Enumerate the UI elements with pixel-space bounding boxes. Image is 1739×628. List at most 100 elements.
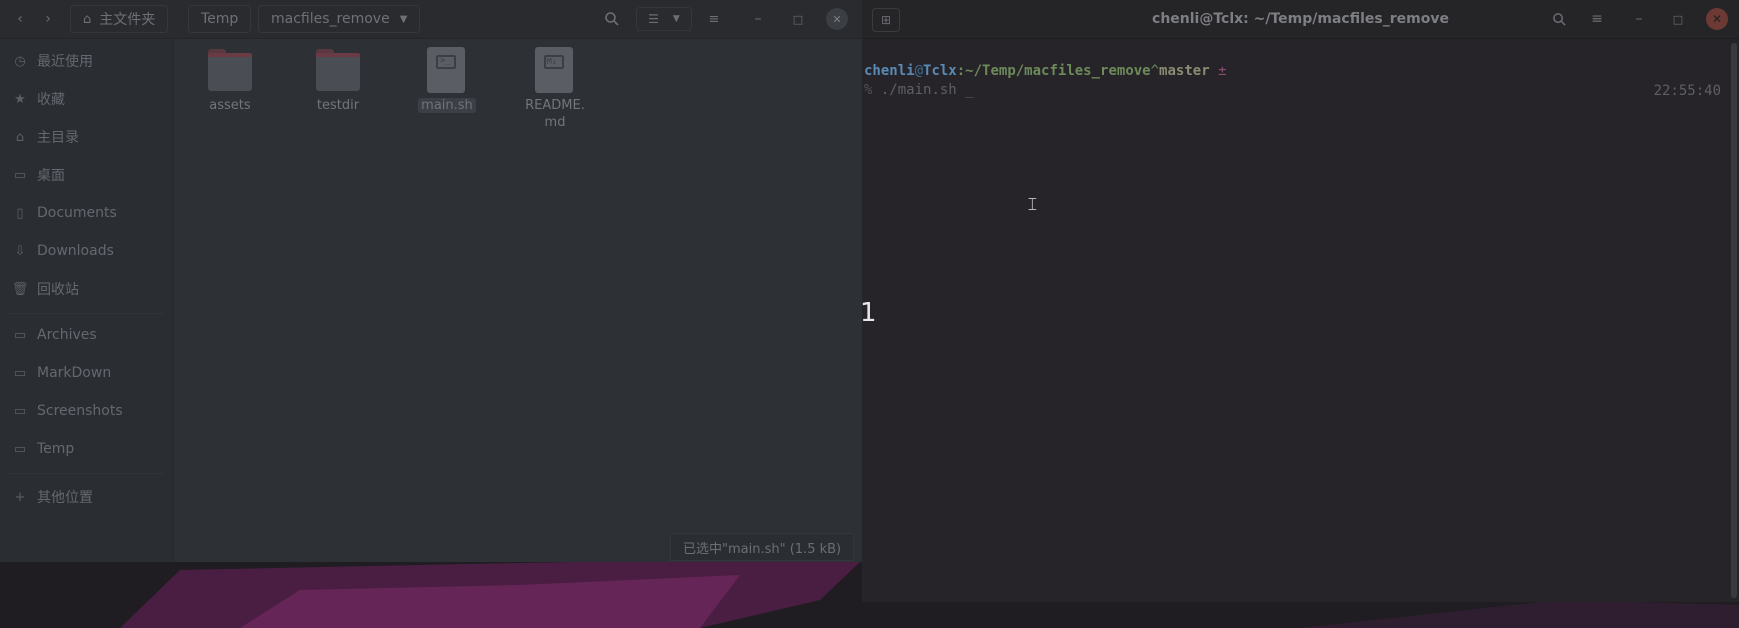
sidebar-item-label: 其他位置 — [37, 490, 93, 506]
folder-icon: ▭ — [13, 403, 27, 419]
sidebar-item-label: 收藏 — [37, 92, 65, 108]
sidebar-divider — [10, 473, 165, 474]
terminal-search-button[interactable] — [1548, 8, 1570, 30]
terminal-headerbar: chenli@Tclx: ~/Temp/macfiles_remove ⊞ ≡ … — [862, 0, 1739, 39]
maximize-button[interactable]: □ — [786, 7, 810, 31]
file-name: assets — [209, 98, 251, 113]
minimize-icon: – — [754, 11, 762, 27]
sidebar-divider — [10, 313, 165, 314]
breadcrumb-temp[interactable]: Temp — [188, 5, 252, 33]
file-name: README. md — [525, 98, 585, 130]
breadcrumb-home[interactable]: ⌂ 主文件夹 — [70, 5, 169, 33]
prompt-git-branch: master — [1159, 63, 1210, 79]
terminal-menu-button[interactable]: ≡ — [1586, 8, 1608, 30]
maximize-icon: □ — [1672, 12, 1684, 26]
minimize-button[interactable]: – — [746, 7, 770, 31]
folder-icon: ▭ — [13, 327, 27, 343]
star-icon: ★ — [14, 91, 26, 107]
chevron-left-icon: ‹ — [17, 11, 23, 27]
search-icon — [1552, 12, 1566, 26]
view-toggle-group[interactable]: ☰ ▼ — [636, 7, 692, 31]
maximize-icon: □ — [792, 12, 804, 26]
close-icon: ✕ — [1711, 12, 1723, 26]
minimize-icon: – — [1635, 11, 1643, 27]
terminal-command: ./main.sh — [880, 82, 957, 98]
forward-button[interactable]: › — [36, 7, 60, 31]
breadcrumb-label: Temp — [201, 11, 239, 27]
sidebar-item-screenshots[interactable]: ▭ Screenshots — [0, 396, 173, 426]
close-icon: ✕ — [832, 12, 842, 26]
folder-icon: ▭ — [13, 365, 27, 381]
menu-button[interactable]: ≡ — [700, 7, 728, 31]
file-item-assets[interactable]: assets — [180, 47, 280, 114]
sidebar-item-downloads[interactable]: ⇩ Downloads — [0, 236, 173, 266]
new-tab-button[interactable]: ⊞ — [872, 8, 900, 32]
file-item-testdir[interactable]: testdir — [288, 47, 388, 114]
file-name: main.sh — [418, 98, 476, 113]
overlay-number: 1 — [860, 298, 877, 328]
close-button[interactable]: ✕ — [826, 8, 848, 30]
dropdown-triangle-icon: ▼ — [399, 13, 408, 25]
prompt-git-dirty: ± — [1218, 63, 1227, 79]
breadcrumb-label: macfiles_remove — [271, 11, 390, 27]
clock-icon: ◷ — [14, 53, 26, 69]
sidebar-item-label: Documents — [37, 205, 117, 221]
file-name: testdir — [316, 98, 360, 113]
list-view-icon: ☰ — [648, 12, 659, 26]
sidebar-item-label: 桌面 — [37, 168, 65, 184]
sidebar-item-label: Screenshots — [37, 403, 123, 419]
sidebar-item-label: 主目录 — [37, 130, 79, 146]
sidebar-item-label: Temp — [37, 441, 75, 457]
folder-icon: ▭ — [13, 441, 27, 457]
sidebar-item-trash[interactable]: 🗑 回收站 — [0, 274, 173, 304]
terminal-minimize-button[interactable]: – — [1628, 8, 1650, 30]
prompt-user: chenli — [864, 63, 915, 79]
sidebar-item-desktop[interactable]: ▭ 桌面 — [0, 160, 173, 190]
script-file-icon: >_ — [423, 47, 471, 93]
terminal-prompt-line: chenli@Tclx:~/Temp/macfiles_remove^maste… — [864, 63, 1227, 79]
file-item-readme[interactable]: M↓ README. md — [505, 47, 605, 131]
document-icon: ▯ — [16, 205, 24, 221]
text-cursor-icon: 𝙸 — [1026, 194, 1039, 215]
sidebar-item-label: 回收站 — [37, 282, 79, 298]
sidebar-item-recent[interactable]: ◷ 最近使用 — [0, 46, 173, 76]
home-icon: ⌂ — [15, 129, 25, 145]
sidebar-item-temp[interactable]: ▭ Temp — [0, 434, 173, 464]
back-button[interactable]: ‹ — [8, 7, 32, 31]
desktop-icon: ▭ — [13, 167, 27, 183]
breadcrumb-current[interactable]: macfiles_remove ▼ — [258, 5, 421, 33]
selection-status: 已选中"main.sh" (1.5 kB) — [670, 533, 855, 561]
menu-icon: ≡ — [1591, 11, 1603, 27]
search-button[interactable] — [598, 7, 626, 31]
prompt-path: ~/Temp/macfiles_remove — [965, 63, 1151, 79]
chevron-right-icon: › — [45, 11, 51, 27]
prompt-host: Tclx — [923, 63, 957, 79]
new-tab-icon: ⊞ — [880, 13, 892, 27]
sidebar: ◷ 最近使用 ★ 收藏 ⌂ 主目录 ▭ 桌面 ▯ Documents ⇩ Dow… — [0, 39, 174, 562]
sidebar-item-markdown[interactable]: ▭ MarkDown — [0, 358, 173, 388]
sidebar-item-label: Downloads — [37, 243, 114, 259]
sidebar-item-other-locations[interactable]: + 其他位置 — [0, 482, 173, 512]
plus-icon: + — [14, 489, 26, 505]
sidebar-item-starred[interactable]: ★ 收藏 — [0, 84, 173, 114]
home-icon: ⌂ — [83, 11, 92, 27]
file-item-main-sh[interactable]: >_ main.sh — [397, 47, 497, 114]
search-icon — [605, 12, 619, 26]
terminal-command-line: % ./main.sh _ — [864, 82, 974, 98]
menu-icon: ≡ — [708, 11, 720, 27]
file-manager-headerbar: ‹ › ⌂ 主文件夹 Temp macfiles_remove ▼ ☰ ▼ ≡ … — [0, 0, 862, 39]
file-grid: assets testdir >_ main.sh M↓ README. md — [174, 39, 862, 562]
sidebar-item-archives[interactable]: ▭ Archives — [0, 320, 173, 350]
terminal-window: chenli@Tclx: ~/Temp/macfiles_remove ⊞ ≡ … — [862, 0, 1739, 602]
terminal-scrollbar[interactable] — [1731, 43, 1737, 598]
folder-icon — [206, 47, 254, 93]
terminal-output[interactable]: chenli@Tclx:~/Temp/macfiles_remove^maste… — [862, 39, 1739, 602]
download-icon: ⇩ — [14, 243, 26, 259]
terminal-maximize-button[interactable]: □ — [1667, 8, 1689, 30]
terminal-cursor: _ — [965, 82, 974, 98]
file-manager-window: ‹ › ⌂ 主文件夹 Temp macfiles_remove ▼ ☰ ▼ ≡ … — [0, 0, 862, 562]
sidebar-item-home[interactable]: ⌂ 主目录 — [0, 122, 173, 152]
terminal-close-button[interactable]: ✕ — [1706, 8, 1728, 30]
markdown-file-icon: M↓ — [531, 47, 579, 93]
sidebar-item-documents[interactable]: ▯ Documents — [0, 198, 173, 228]
